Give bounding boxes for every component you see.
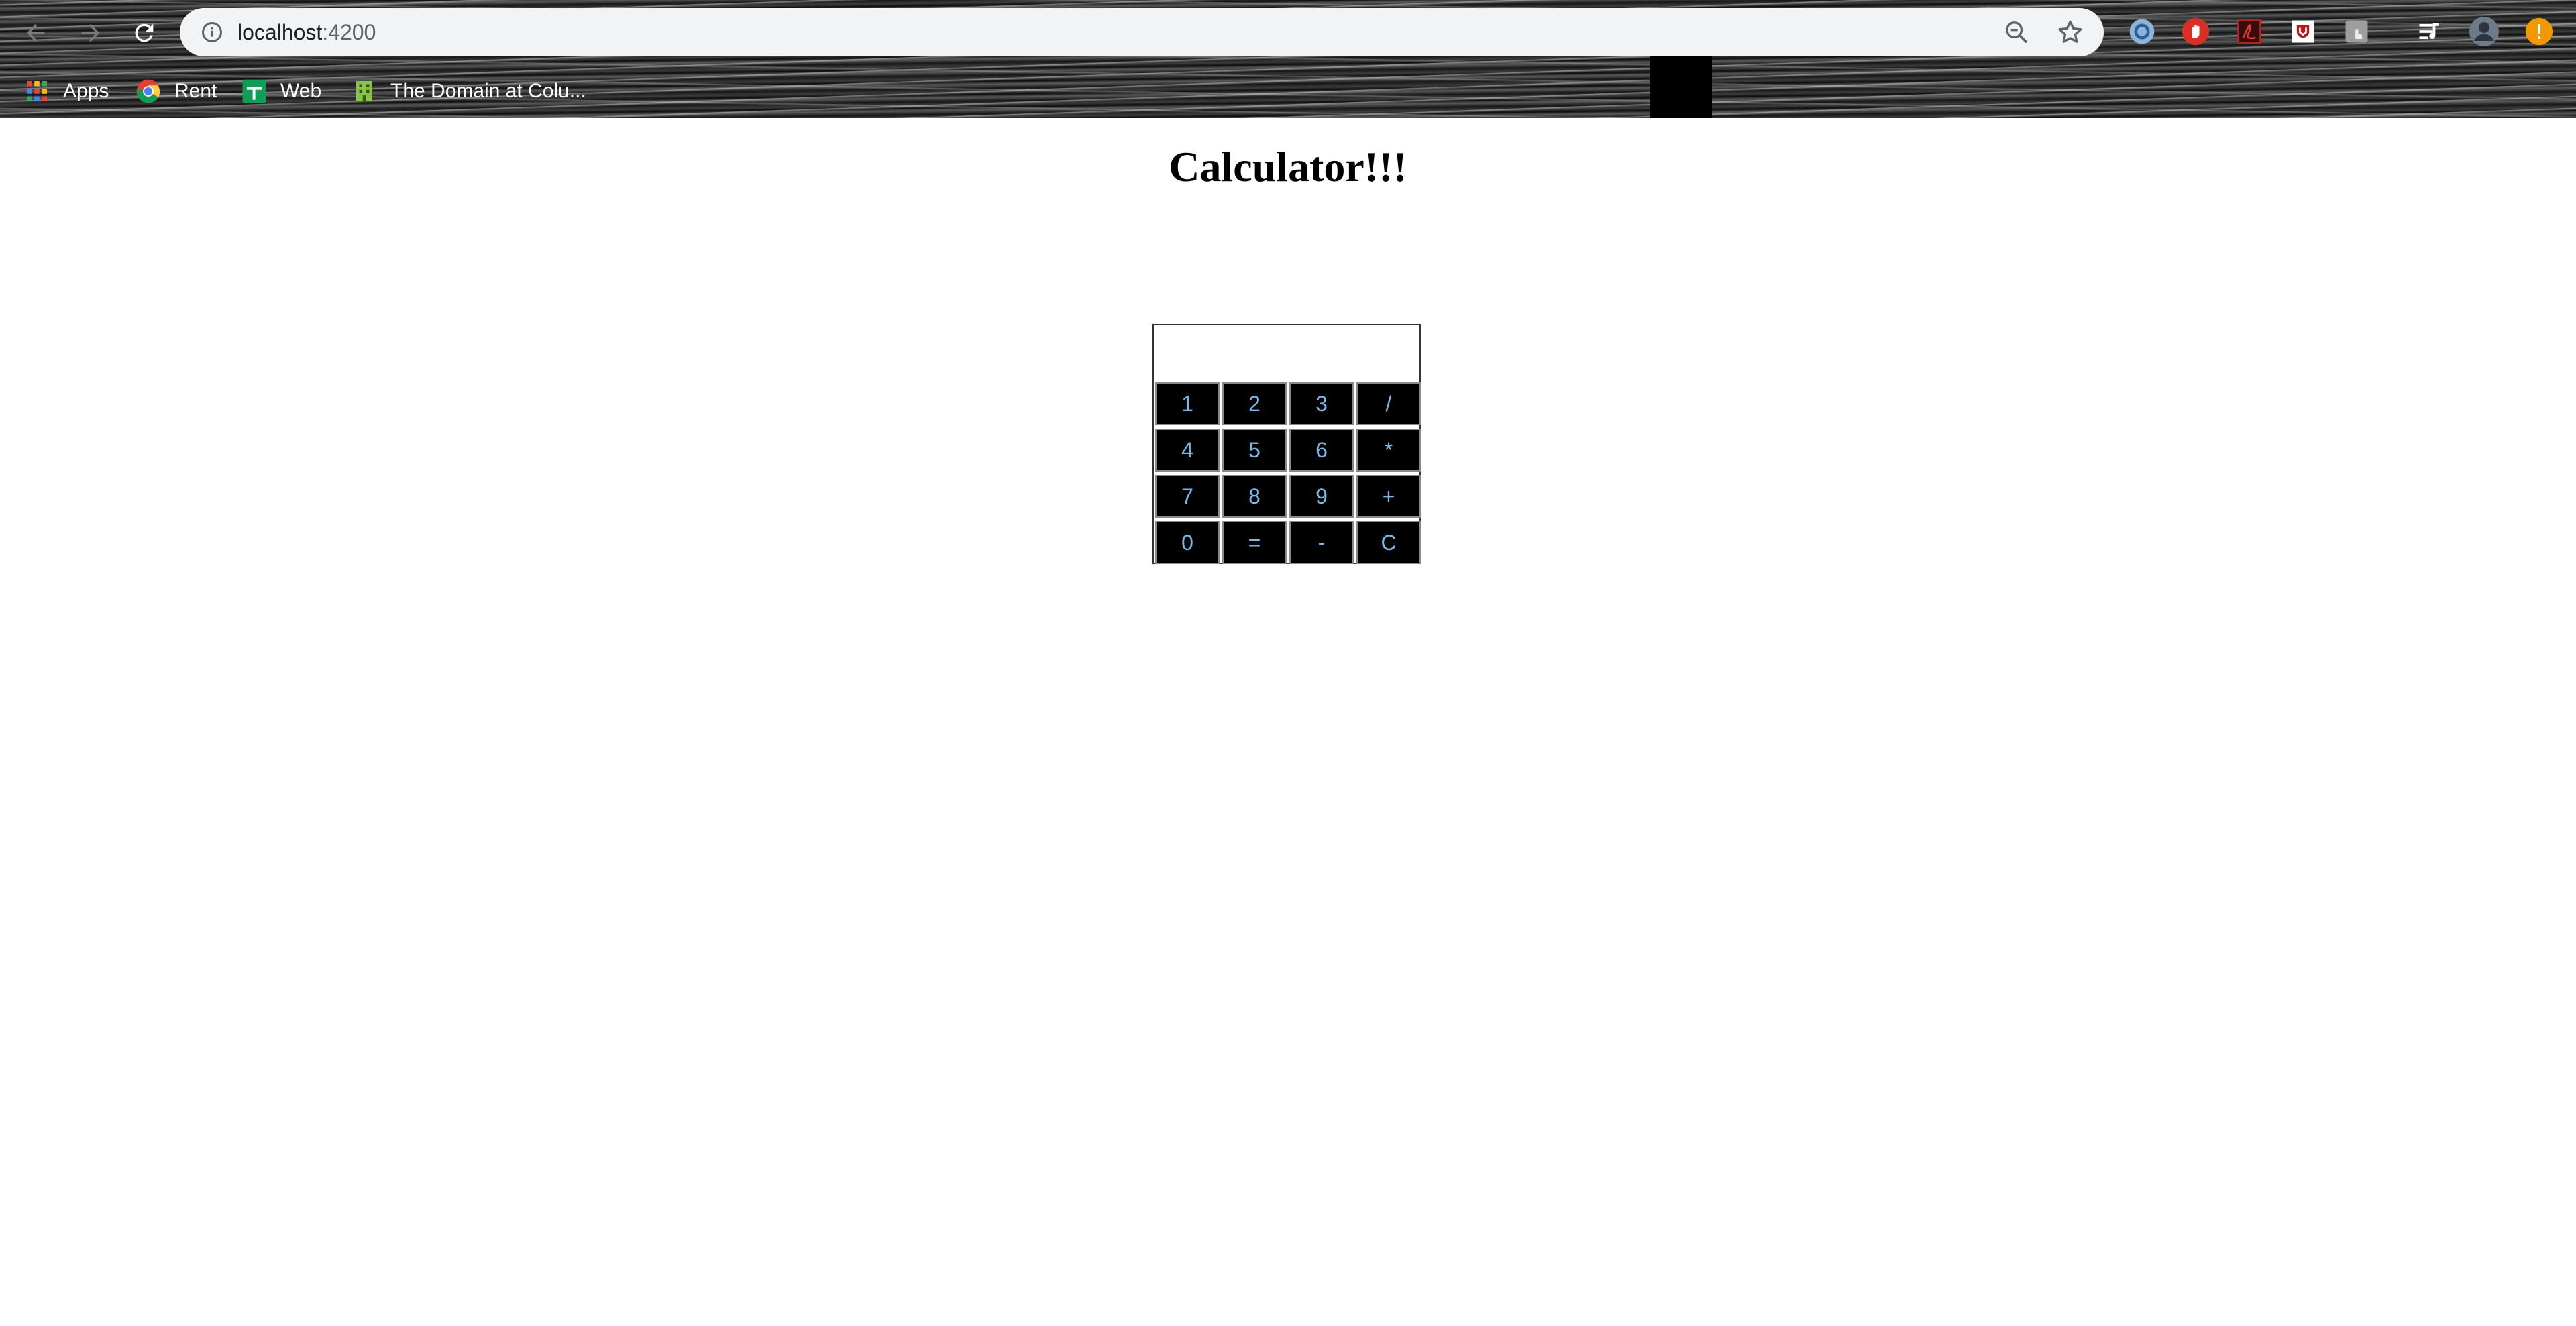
profile-avatar-icon[interactable] (2467, 15, 2501, 48)
key-add[interactable]: + (1356, 475, 1421, 518)
zoom-out-icon[interactable] (2003, 19, 2030, 46)
key-6[interactable]: 6 (1289, 429, 1354, 472)
reload-icon (135, 23, 154, 42)
url-host: localhost (237, 20, 323, 44)
ext-swirl-icon[interactable] (2125, 15, 2159, 48)
bookmark-web[interactable]: Web (241, 72, 321, 110)
url-port: :4200 (322, 20, 376, 44)
reload-button[interactable] (126, 15, 162, 51)
key-1[interactable]: 1 (1155, 382, 1220, 425)
bookmarks-bar: Apps Rent Web The Domain at Colu... (0, 64, 2576, 118)
bookmark-star-icon[interactable] (2055, 17, 2085, 47)
calculator-display[interactable] (1154, 325, 1419, 382)
ext-touch-icon[interactable] (2340, 15, 2373, 48)
arrow-left-icon (26, 23, 45, 42)
apps-grid-icon (24, 78, 50, 104)
building-icon (352, 78, 377, 104)
key-clear[interactable]: C (1356, 521, 1421, 564)
google-chrome-icon (136, 78, 161, 104)
key-3[interactable]: 3 (1289, 382, 1354, 425)
key-equals[interactable]: = (1222, 521, 1287, 564)
key-divide[interactable]: / (1356, 382, 1421, 425)
ext-pdf-icon[interactable] (2233, 15, 2266, 48)
info-icon[interactable] (200, 20, 224, 44)
browser-toolbar: localhost:4200 (0, 0, 2576, 64)
browser-chrome: localhost:4200 Apps Rent Web The Domain … (0, 0, 2576, 118)
key-9[interactable]: 9 (1289, 475, 1354, 518)
arrow-right-icon (81, 23, 100, 42)
key-multiply[interactable]: * (1356, 429, 1421, 472)
key-4[interactable]: 4 (1155, 429, 1220, 472)
key-0[interactable]: 0 (1155, 521, 1220, 564)
ext-hand-icon[interactable] (2179, 15, 2212, 48)
bookmark-label: Web (280, 80, 322, 102)
bookmark-rent[interactable]: Rent (136, 72, 217, 110)
key-7[interactable]: 7 (1155, 475, 1220, 518)
calculator-keypad: 1 2 3 / 4 5 6 * 7 8 9 + 0 = - C (1155, 382, 1421, 564)
calculator: 1 2 3 / 4 5 6 * 7 8 9 + 0 = - C (1152, 324, 1421, 564)
bookmark-label: The Domain at Colu... (390, 80, 586, 102)
key-8[interactable]: 8 (1222, 475, 1287, 518)
green-plus-icon (241, 78, 267, 104)
bookmark-apps[interactable]: Apps (24, 72, 109, 110)
key-subtract[interactable]: - (1289, 521, 1354, 564)
media-queue-icon[interactable] (2414, 15, 2447, 48)
bookmark-label: Apps (63, 80, 109, 102)
address-bar[interactable]: localhost:4200 (180, 8, 2104, 56)
bookmark-label: Rent (174, 80, 217, 102)
key-2[interactable]: 2 (1222, 382, 1287, 425)
url-text[interactable]: localhost:4200 (237, 17, 376, 47)
back-button[interactable] (17, 15, 54, 51)
page-title: Calculator!!! (1169, 143, 1407, 190)
bookmark-the-domain[interactable]: The Domain at Colu... (352, 72, 586, 110)
forward-button[interactable] (72, 15, 109, 51)
key-5[interactable]: 5 (1222, 429, 1287, 472)
update-alert-icon[interactable] (2522, 15, 2556, 48)
ext-mcafee-icon[interactable] (2286, 15, 2320, 48)
